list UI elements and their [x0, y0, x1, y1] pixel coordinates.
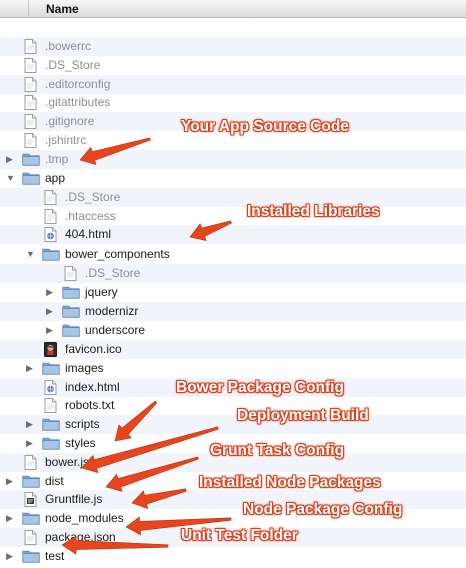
- annotation-grunt-config: Grunt Task Config: [210, 442, 345, 459]
- finder-list-view: Name .bowerrc .DS_Store .editorconfig .gita…: [0, 0, 466, 563]
- annotation-app-source: Your App Source Code: [181, 118, 349, 135]
- arrow-unit-test: [61, 535, 169, 555]
- annotation-installed-libraries: Installed Libraries: [247, 203, 380, 220]
- annotation-node-packages: Installed Node Packages: [199, 474, 381, 491]
- annotation-bower-config: Bower Package Config: [176, 379, 344, 396]
- arrow-app-source: [79, 137, 151, 166]
- annotation-deployment-build: Deployment Build: [237, 407, 369, 424]
- arrow-bower-config: [114, 400, 158, 442]
- annotation-unit-test: Unit Test Folder: [181, 527, 298, 544]
- annotation-node-config: Node Package Config: [243, 501, 403, 518]
- arrow-grunt-config: [105, 456, 199, 492]
- arrow-node-packages: [131, 488, 187, 509]
- arrow-deployment-build: [81, 426, 219, 474]
- arrow-installed-libraries: [189, 220, 232, 242]
